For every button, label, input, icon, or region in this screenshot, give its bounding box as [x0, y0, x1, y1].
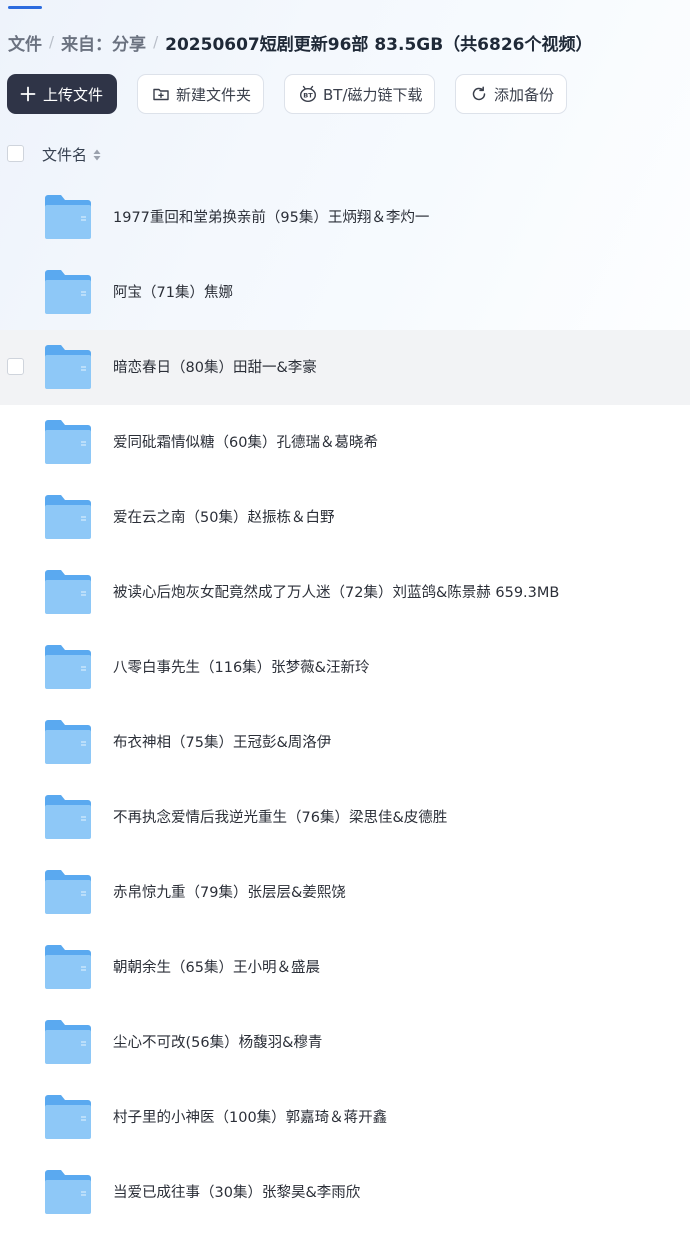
upload-file-label: 上传文件 [43, 85, 104, 104]
upload-file-button[interactable]: 上传文件 [7, 74, 117, 114]
file-name[interactable]: 1977重回和堂弟换亲前（95集）王炳翔＆李灼一 [113, 206, 429, 227]
file-row[interactable]: 1977重回和堂弟换亲前（95集）王炳翔＆李灼一 [0, 180, 690, 255]
row-checkbox[interactable] [7, 358, 24, 375]
file-name[interactable]: 阿宝（71集）焦娜 [113, 281, 233, 302]
folder-icon [44, 1095, 92, 1139]
file-name[interactable]: 赤帛惊九重（79集）张层层&姜熙饶 [113, 881, 346, 902]
sort-icon[interactable] [93, 149, 101, 161]
file-row[interactable]: 八零白事先生（116集）张梦薇&汪新玲 [0, 630, 690, 705]
file-row[interactable]: 赤帛惊九重（79集）张层层&姜熙饶 [0, 855, 690, 930]
file-name[interactable]: 不再执念爱情后我逆光重生（76集）梁思佳&皮德胜 [113, 806, 447, 827]
file-name[interactable]: 爱同砒霜情似糖（60集）孔德瑞＆葛晓希 [113, 431, 378, 452]
file-name[interactable]: 朝朝余生（65集）王小明＆盛晨 [113, 956, 320, 977]
refresh-icon [470, 85, 488, 103]
filename-column-label: 文件名 [42, 146, 88, 164]
folder-icon [44, 495, 92, 539]
file-list: 1977重回和堂弟换亲前（95集）王炳翔＆李灼一 阿宝（71集）焦娜暗恋春日（80… [0, 180, 690, 1230]
bt-icon: BT [299, 85, 317, 103]
folder-icon [44, 720, 92, 764]
select-all-checkbox[interactable] [7, 145, 24, 162]
folder-icon [44, 645, 92, 689]
folder-icon [44, 195, 92, 239]
file-row[interactable]: 布衣神相（75集）王冠彭&周洛伊 [0, 705, 690, 780]
breadcrumb-item-shared[interactable]: 来自：分享 [61, 30, 146, 55]
folder-icon [44, 570, 92, 614]
folder-icon [44, 345, 92, 389]
file-row[interactable]: 尘心不可改(56集）杨馥羽&穆青 [0, 1005, 690, 1080]
breadcrumb-current-folder: 20250607短剧更新96部 83.5GB（共6826个视频） [165, 34, 593, 55]
file-row[interactable]: 朝朝余生（65集）王小明＆盛晨 [0, 930, 690, 1005]
file-name[interactable]: 爱在云之南（50集）赵振栋＆白野 [113, 506, 334, 527]
folder-icon [44, 870, 92, 914]
svg-text:BT: BT [303, 92, 313, 100]
file-row[interactable]: 村子里的小神医（100集）郭嘉琦＆蒋开鑫 [0, 1080, 690, 1155]
toolbar: 上传文件 新建文件夹 BT BT/磁力链下载 添加备份 [7, 74, 567, 114]
file-name[interactable]: 当爱已成往事（30集）张黎昊&李雨欣 [113, 1181, 360, 1202]
file-row[interactable]: 爱同砒霜情似糖（60集）孔德瑞＆葛晓希 [0, 405, 690, 480]
plus-icon [19, 85, 37, 103]
file-row[interactable]: 暗恋春日（80集）田甜一&李豪 [0, 330, 690, 405]
file-row[interactable]: 阿宝（71集）焦娜 [0, 255, 690, 330]
file-name[interactable]: 村子里的小神医（100集）郭嘉琦＆蒋开鑫 [113, 1106, 387, 1127]
file-row[interactable]: 被读心后炮灰女配竟然成了万人迷（72集）刘蓝鸽&陈景赫 659.3MB [0, 555, 690, 630]
file-list-header: 文件名 [0, 140, 690, 170]
file-name[interactable]: 暗恋春日（80集）田甜一&李豪 [113, 356, 317, 377]
folder-icon [44, 1020, 92, 1064]
add-backup-label: 添加备份 [494, 85, 555, 104]
new-folder-button[interactable]: 新建文件夹 [137, 74, 264, 114]
folder-icon [44, 945, 92, 989]
new-folder-label: 新建文件夹 [176, 85, 252, 104]
breadcrumb-separator: / [49, 33, 55, 51]
file-name[interactable]: 尘心不可改(56集）杨馥羽&穆青 [113, 1031, 322, 1052]
file-row[interactable]: 爱在云之南（50集）赵振栋＆白野 [0, 480, 690, 555]
folder-icon [44, 420, 92, 464]
file-row[interactable]: 当爱已成往事（30集）张黎昊&李雨欣 [0, 1155, 690, 1230]
add-backup-button[interactable]: 添加备份 [455, 74, 567, 114]
filename-column-header[interactable]: 文件名 [42, 144, 101, 165]
folder-icon [44, 1170, 92, 1214]
folder-icon [44, 795, 92, 839]
breadcrumb-separator: / [153, 33, 159, 51]
folder-plus-icon [152, 85, 170, 103]
bt-magnet-download-button[interactable]: BT BT/磁力链下载 [284, 74, 435, 114]
breadcrumb: 文件 / 来自：分享 / 20250607短剧更新96部 83.5GB（共682… [8, 30, 593, 55]
active-tab-indicator [8, 6, 42, 9]
file-name[interactable]: 布衣神相（75集）王冠彭&周洛伊 [113, 731, 331, 752]
file-name[interactable]: 八零白事先生（116集）张梦薇&汪新玲 [113, 656, 369, 677]
breadcrumb-item-files[interactable]: 文件 [8, 30, 42, 55]
folder-icon [44, 270, 92, 314]
file-name[interactable]: 被读心后炮灰女配竟然成了万人迷（72集）刘蓝鸽&陈景赫 659.3MB [113, 581, 559, 602]
bt-magnet-download-label: BT/磁力链下载 [323, 85, 423, 104]
file-row[interactable]: 不再执念爱情后我逆光重生（76集）梁思佳&皮德胜 [0, 780, 690, 855]
